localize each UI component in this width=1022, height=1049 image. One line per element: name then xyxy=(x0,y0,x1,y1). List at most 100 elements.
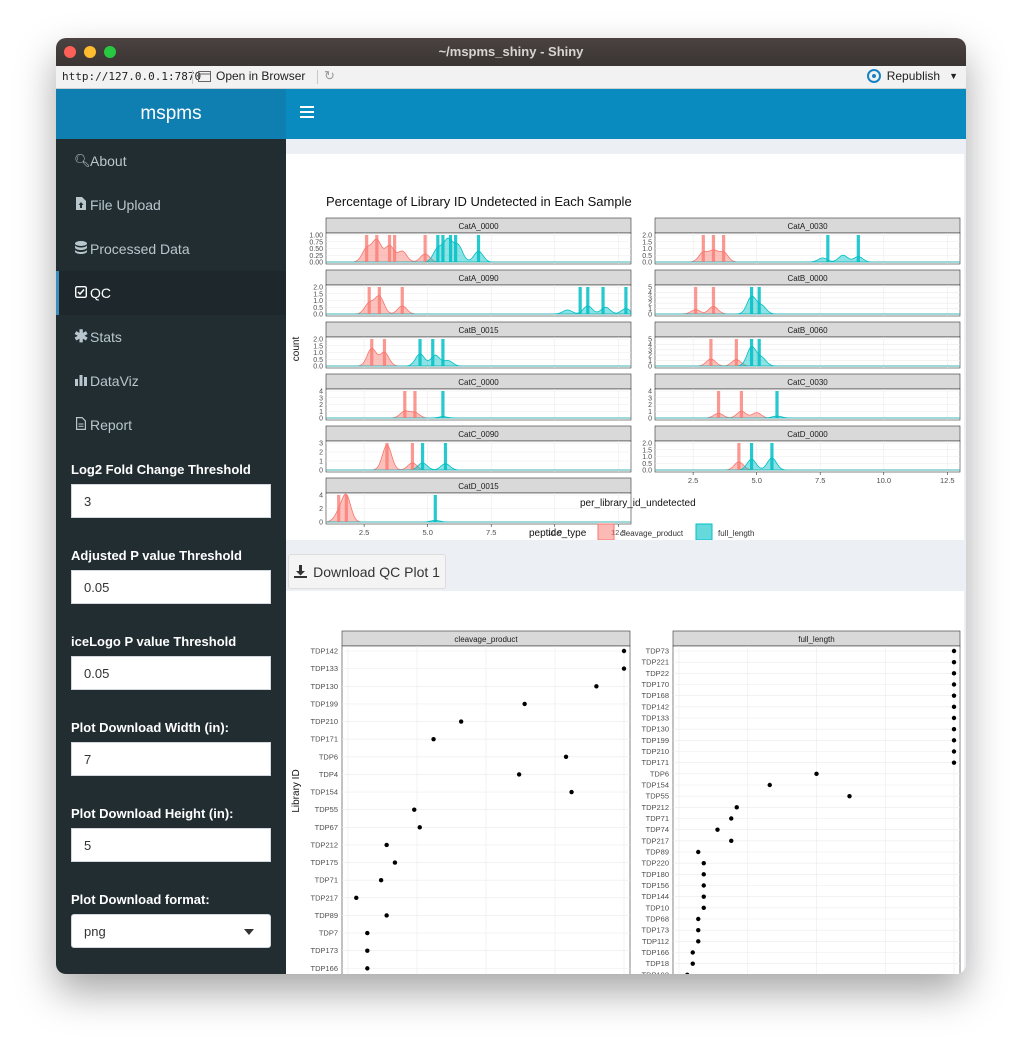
cleavage-bar xyxy=(337,495,341,522)
cleavage-bar xyxy=(739,391,744,418)
facet-strip-label: CatD_0000 xyxy=(787,430,828,439)
data-point xyxy=(951,738,957,743)
plot-format-select[interactable]: png xyxy=(71,914,271,948)
y-tick-label: TDP55 xyxy=(315,805,338,814)
sidebar-item-stats[interactable]: ✱ Stats xyxy=(56,315,286,359)
facet-panel: CatB_0000012345 xyxy=(648,269,961,319)
y-tick-label: TDP18 xyxy=(646,959,669,968)
facet-strip-label: full_length xyxy=(798,635,834,644)
full-length-bar xyxy=(770,443,774,470)
y-tick-label: 4 xyxy=(648,389,652,396)
y-tick-label: 2.0 xyxy=(313,337,323,344)
legend-label: cleavage_product xyxy=(620,529,684,538)
y-tick-label: TDP154 xyxy=(641,781,669,790)
full-length-bar xyxy=(441,339,445,366)
x-tick-label: 2.5 xyxy=(359,528,369,537)
full-length-bar xyxy=(436,235,440,262)
facet-panel: CatA_0000 0.000.250.500.751.00 xyxy=(309,217,632,267)
qc-plot-1: Percentage of Library ID Undetected in E… xyxy=(286,154,964,541)
data-point xyxy=(365,966,370,971)
cleavage-bar xyxy=(375,235,379,262)
y-tick-label: 1.0 xyxy=(642,454,652,461)
republish-label: Republish xyxy=(886,69,941,83)
adjusted-p-threshold-input[interactable]: 0.05 xyxy=(71,570,271,604)
y-tick-label: 0 xyxy=(648,416,652,423)
data-point xyxy=(384,842,389,848)
y-tick-label: 0.00 xyxy=(309,260,323,267)
full-length-bar xyxy=(433,495,437,522)
data-point xyxy=(458,719,464,724)
top-navbar xyxy=(286,89,966,139)
data-point xyxy=(412,807,417,812)
y-tick-label: 4 xyxy=(319,493,323,500)
sidebar-item-file-upload[interactable]: File Upload xyxy=(56,183,286,227)
cleavage-bar xyxy=(377,287,381,314)
plot-height-input[interactable]: 5 xyxy=(71,828,271,862)
data-point xyxy=(951,749,957,754)
facet-strip-label: cleavage_product xyxy=(454,635,518,644)
data-point xyxy=(729,816,734,821)
y-tick-label: TDP144 xyxy=(641,892,669,901)
y-tick-label: TDP112 xyxy=(642,937,669,946)
data-point xyxy=(621,648,627,654)
y-tick-label: 1.00 xyxy=(309,233,323,240)
download-qc-plot-button[interactable]: Download QC Plot 1 xyxy=(288,554,446,589)
sidebar-toggle-icon[interactable] xyxy=(300,106,314,120)
data-point xyxy=(392,860,398,865)
refresh-icon[interactable]: ↻ xyxy=(324,68,335,84)
y-tick-label: 2.0 xyxy=(642,233,652,240)
dot-facet-panel: cleavage_product TDP142 TDP133 TDP130 TDP199… xyxy=(310,630,631,974)
sidebar-item-report[interactable]: Report xyxy=(56,403,286,447)
facet-panel: CatC_0000 01234 xyxy=(319,373,632,423)
facet-plot-area xyxy=(325,440,632,473)
data-point xyxy=(621,666,627,671)
cleavage-bar xyxy=(701,235,705,262)
full-length-bar xyxy=(749,287,754,314)
y-tick-label: TDP180 xyxy=(641,870,669,879)
y-tick-label: 2.0 xyxy=(313,285,323,292)
y-tick-label: TDP156 xyxy=(641,881,669,890)
cleavage-bar xyxy=(393,235,397,262)
cleavage-bar xyxy=(387,235,392,262)
download-icon xyxy=(294,565,308,578)
cleavage-bar xyxy=(382,339,387,366)
y-tick-label: 4 xyxy=(319,389,323,396)
facet-plot-area xyxy=(654,336,961,369)
download-button-label: Download QC Plot 1 xyxy=(313,563,440,580)
y-tick-label: TDP55 xyxy=(646,792,669,801)
icelogo-p-threshold-input[interactable]: 0.05 xyxy=(71,656,271,690)
sidebar-item-qc[interactable]: QC xyxy=(56,271,289,315)
sidebar-item-processed-data[interactable]: Processed Data xyxy=(56,227,286,271)
data-point xyxy=(847,793,852,799)
full-length-bar xyxy=(601,287,605,314)
y-tick-label: TDP6 xyxy=(650,769,669,778)
main-content: Percentage of Library ID Undetected in E… xyxy=(286,139,966,974)
data-point xyxy=(431,736,436,742)
y-tick-label: 0.25 xyxy=(309,253,323,260)
dot-facet-panel: full_length TDP73 TDP221 TDP22 TDP170 TDP168 T… xyxy=(641,630,961,974)
histogram-facet-chart: Percentage of Library ID Undetected in E… xyxy=(291,194,961,541)
open-in-browser-button[interactable]: Open in Browser xyxy=(198,69,305,83)
plot-width-input[interactable]: 7 xyxy=(71,742,271,776)
url-text[interactable]: http://127.0.0.1:7870 xyxy=(62,70,201,83)
x-tick-label: 7.5 xyxy=(486,528,496,537)
republish-button[interactable]: Republish ▼ xyxy=(866,69,958,83)
cleavage-bar xyxy=(711,235,716,262)
data-point xyxy=(951,671,957,676)
document-icon xyxy=(74,417,88,433)
log2fc-threshold-input[interactable]: 3 xyxy=(71,484,271,518)
data-point xyxy=(569,789,574,795)
y-tick-label: TDP130 xyxy=(641,725,669,734)
data-point xyxy=(701,872,706,877)
input-value: 5 xyxy=(84,838,92,853)
y-tick-label: 1 xyxy=(648,409,652,416)
chevron-down-icon: ▼ xyxy=(949,71,958,81)
data-point xyxy=(563,754,569,759)
sidebar: 🔍︎ About File Upload Processed Data QC ✱… xyxy=(56,139,289,974)
y-tick-label: TDP133 xyxy=(641,714,669,723)
plot-width-label: Plot Download Width (in): xyxy=(71,720,230,735)
sidebar-item-dataviz[interactable]: DataViz xyxy=(56,359,286,403)
cleavage-bar xyxy=(734,339,738,366)
sidebar-item-about[interactable]: 🔍︎ About xyxy=(56,139,286,183)
y-tick-label: TDP217 xyxy=(641,836,669,845)
